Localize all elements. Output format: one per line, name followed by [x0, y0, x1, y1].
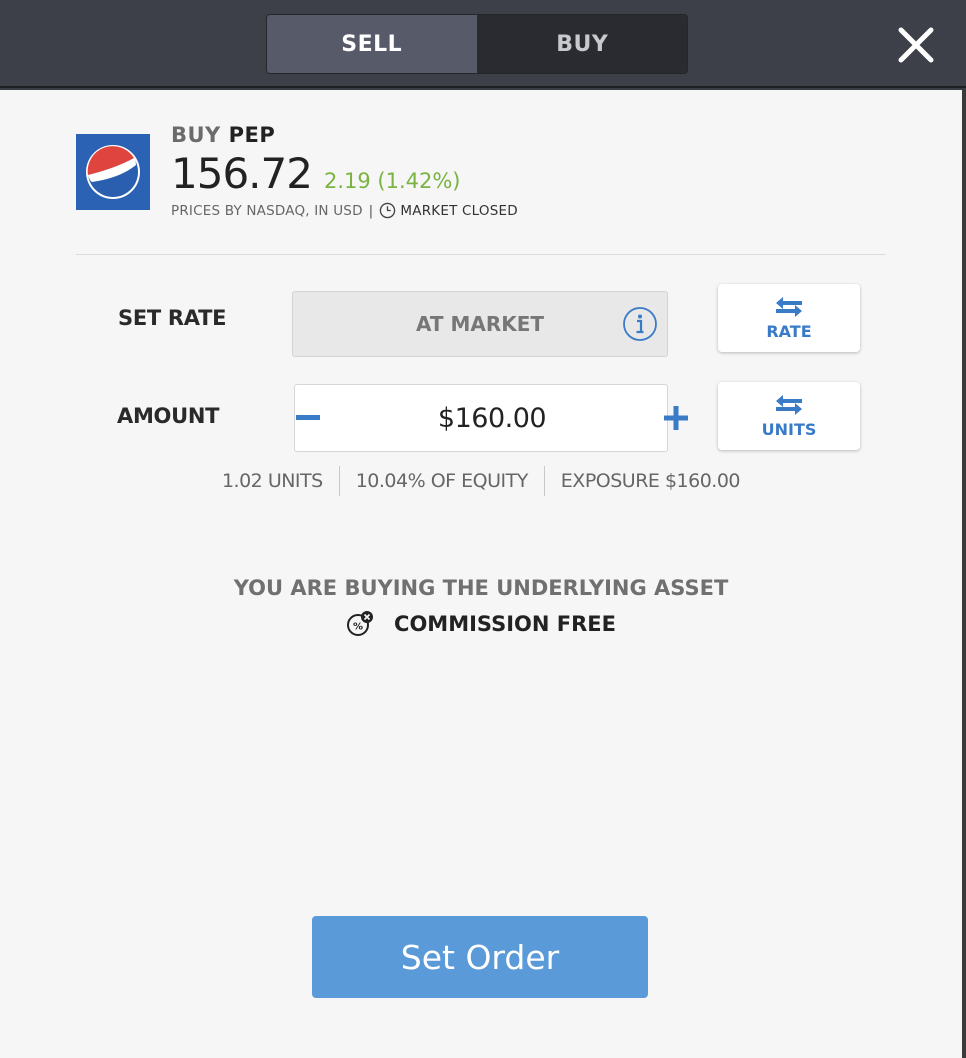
stat-divider [338, 466, 340, 496]
commission-free-icon: % [347, 611, 374, 636]
order-panel: BUY PEP 156.72 2.19 (1.42%) PRICES BY NA… [0, 90, 962, 1058]
svg-text:%: % [353, 622, 363, 633]
order-action: BUY [171, 123, 221, 147]
minus-icon [296, 415, 320, 420]
exposure-stat: EXPOSURE $160.00 [560, 470, 741, 492]
tab-sell[interactable]: SELL [267, 15, 478, 73]
market-status: MARKET CLOSED [400, 202, 518, 219]
set-rate-label: SET RATE [118, 306, 227, 330]
commission-free-text: COMMISSION FREE [394, 612, 616, 636]
instrument-title: BUY PEP [171, 123, 518, 147]
pepsi-logo [76, 134, 150, 210]
clock-icon [380, 202, 396, 219]
set-order-button[interactable]: Set Order [312, 916, 648, 998]
price-source: PRICES BY NASDAQ, IN USD [171, 202, 363, 219]
separator: | [368, 202, 374, 219]
swap-icon [776, 394, 802, 415]
amount-stepper [294, 384, 688, 452]
background-edge [962, 90, 966, 1058]
tab-buy[interactable]: BUY [477, 15, 687, 73]
rate-switch-label: RATE [766, 321, 812, 341]
rate-field[interactable]: AT MARKET [292, 291, 668, 357]
header-divider [76, 254, 886, 255]
top-bar: SELL BUY [0, 0, 966, 88]
close-button[interactable] [895, 24, 937, 66]
units-switch-label: UNITS [761, 419, 817, 439]
underlying-asset-notice: YOU ARE BUYING THE UNDERLYING ASSET [233, 576, 729, 600]
units-switch-button[interactable]: UNITS [718, 382, 860, 450]
equity-stat: 10.04% OF EQUITY [355, 470, 529, 492]
info-icon[interactable] [622, 306, 658, 342]
close-icon [898, 27, 934, 63]
ticker-symbol: PEP [228, 123, 276, 147]
units-stat: 1.02 UNITS [221, 470, 323, 492]
order-stats: 1.02 UNITS 10.04% OF EQUITY EXPOSURE $16… [0, 466, 962, 496]
rate-value: AT MARKET [415, 312, 545, 336]
stat-divider [543, 466, 545, 496]
instrument-header: BUY PEP 156.72 2.19 (1.42%) PRICES BY NA… [171, 123, 518, 219]
rate-switch-button[interactable]: RATE [718, 284, 860, 352]
commission-free-row: % COMMISSION FREE [0, 610, 962, 638]
swap-icon [776, 296, 802, 317]
amount-label: AMOUNT [117, 404, 220, 428]
increase-button[interactable] [663, 385, 689, 451]
amount-input[interactable] [321, 402, 663, 434]
price-change: 2.19 (1.42%) [323, 169, 461, 193]
decrease-button[interactable] [295, 385, 321, 451]
sell-buy-toggle: SELL BUY [266, 14, 688, 74]
plus-icon [664, 406, 688, 430]
current-price: 156.72 [171, 149, 313, 198]
